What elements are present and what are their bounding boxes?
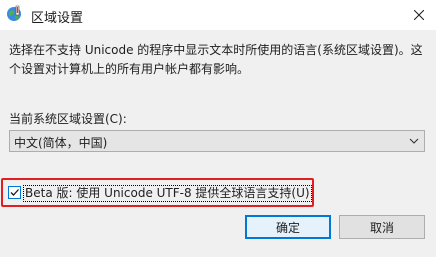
beta-utf8-checkbox[interactable] (8, 186, 21, 199)
description-line-1: 选择在不支持 Unicode 的程序中显示文本时所使用的语言(系统区域设置)。这 (9, 43, 423, 57)
checkmark-icon (10, 189, 19, 196)
current-locale-label: 当前系统区域设置(C): (9, 112, 127, 126)
region-globe-icon (7, 5, 21, 21)
description-text: 选择在不支持 Unicode 的程序中显示文本时所使用的语言(系统区域设置)。这… (9, 41, 429, 79)
dialog-body: 选择在不支持 Unicode 的程序中显示文本时所使用的语言(系统区域设置)。这… (0, 30, 436, 257)
beta-utf8-label[interactable]: Beta 版: 使用 Unicode UTF-8 提供全球语言支持(U) (23, 185, 312, 202)
system-locale-value: 中文(简体，中国) (14, 136, 108, 150)
system-locale-dropdown[interactable]: 中文(简体，中国) (9, 130, 425, 152)
close-icon (414, 10, 424, 20)
chevron-down-icon (409, 138, 419, 144)
description-line-2: 个设置对计算机上的所有用户帐户都有影响。 (9, 62, 250, 76)
ok-button[interactable]: 确定 (245, 215, 331, 239)
close-button[interactable] (402, 0, 436, 30)
cancel-button[interactable]: 取消 (339, 215, 425, 239)
title-bar: 区域设置 (0, 0, 436, 30)
window-title: 区域设置 (31, 11, 84, 26)
